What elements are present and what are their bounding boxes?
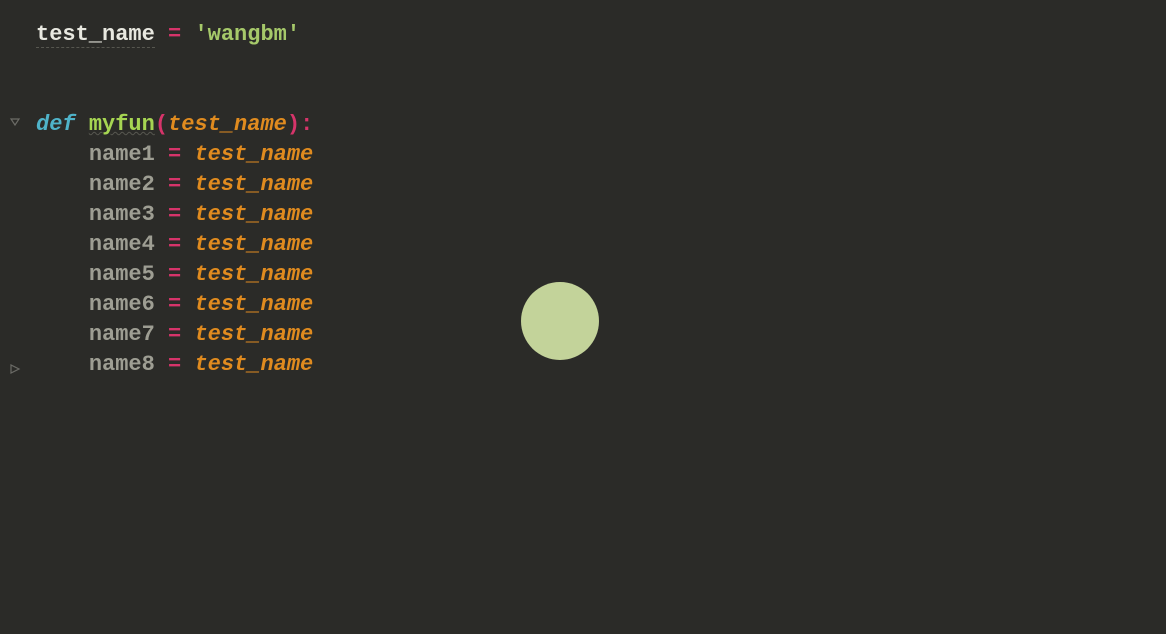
operator-token: = — [168, 292, 181, 317]
variable-ref-token: test_name — [194, 142, 313, 167]
variable-token: name2 — [89, 172, 155, 197]
code-line-assign[interactable]: name3 = test_name — [28, 200, 1166, 230]
variable-token: name6 — [89, 292, 155, 317]
code-line-assign[interactable]: name5 = test_name — [28, 260, 1166, 290]
operator-token: = — [168, 172, 181, 197]
code-line-assign[interactable]: name6 = test_name — [28, 290, 1166, 320]
operator-token: = — [168, 232, 181, 257]
variable-token: name5 — [89, 262, 155, 287]
variable-token: test_name — [36, 22, 155, 48]
code-line-assign[interactable]: name1 = test_name — [28, 140, 1166, 170]
parameter-token: test_name — [168, 112, 287, 137]
variable-ref-token: test_name — [194, 352, 313, 377]
code-line-assign[interactable]: name4 = test_name — [28, 230, 1166, 260]
paren-token: ( — [155, 112, 168, 137]
string-quote: ' — [287, 22, 300, 47]
fold-collapse-icon[interactable] — [9, 116, 19, 126]
variable-ref-token: test_name — [194, 292, 313, 317]
variable-ref-token: test_name — [194, 262, 313, 287]
code-editor[interactable]: test_name = 'wangbm' def myfun(test_name… — [28, 0, 1166, 634]
code-line-assign[interactable]: name7 = test_name — [28, 320, 1166, 350]
operator-token: = — [168, 322, 181, 347]
variable-token: name7 — [89, 322, 155, 347]
variable-ref-token: test_name — [194, 322, 313, 347]
code-line-def[interactable]: def myfun(test_name): — [28, 110, 1166, 140]
variable-token: name8 — [89, 352, 155, 377]
string-quote: ' — [194, 22, 207, 47]
editor-gutter — [0, 0, 28, 634]
code-line[interactable]: test_name = 'wangbm' — [28, 20, 1166, 50]
operator-token: = — [168, 22, 181, 47]
function-name-token: myfun — [89, 112, 155, 137]
operator-token: = — [168, 202, 181, 227]
operator-token: = — [168, 142, 181, 167]
variable-ref-token: test_name — [194, 202, 313, 227]
blank-line — [28, 80, 1166, 110]
keyword-token: def — [36, 112, 76, 137]
operator-token: = — [168, 352, 181, 377]
fold-end-icon[interactable] — [9, 363, 19, 373]
variable-ref-token: test_name — [194, 172, 313, 197]
code-line-assign[interactable]: name2 = test_name — [28, 170, 1166, 200]
variable-token: name3 — [89, 202, 155, 227]
string-token: wangbm — [208, 22, 287, 47]
paren-token: ) — [287, 112, 300, 137]
blank-line — [28, 50, 1166, 80]
colon-token: : — [300, 112, 313, 137]
variable-token: name1 — [89, 142, 155, 167]
variable-ref-token: test_name — [194, 232, 313, 257]
code-line-assign[interactable]: name8 = test_name — [28, 350, 1166, 380]
variable-token: name4 — [89, 232, 155, 257]
operator-token: = — [168, 262, 181, 287]
